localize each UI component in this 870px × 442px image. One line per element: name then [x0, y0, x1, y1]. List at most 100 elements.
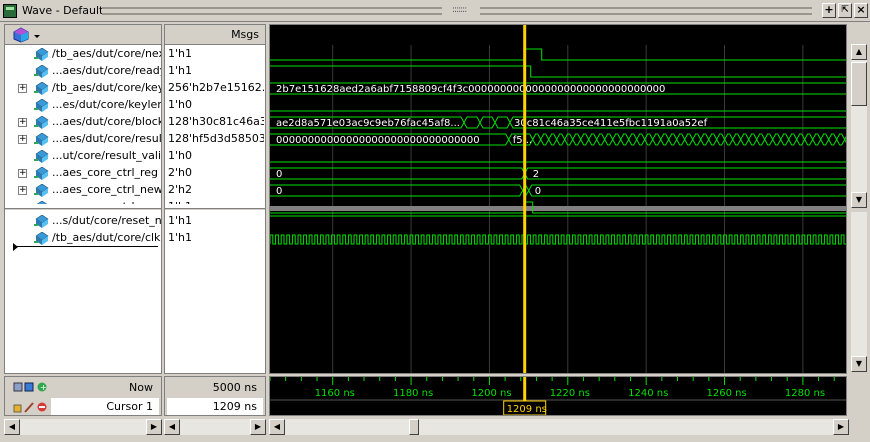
titlebar-drag-handle[interactable]: :::::::: [452, 5, 467, 15]
signal-row[interactable]: ...s/dut/core/reset_n: [5, 213, 161, 230]
signal-row[interactable]: + /tb_aes/dut/core/key: [5, 80, 161, 97]
close-window-button[interactable]: ×: [854, 3, 868, 18]
signal-row[interactable]: + ...aes_core_ctrl_new: [5, 182, 161, 199]
signal-name: ...aes_core_ctrl_we: [52, 200, 156, 204]
time-tick-label-5: 1260 ns: [707, 388, 747, 399]
wave-scroll-thumb[interactable]: [409, 419, 419, 435]
titlebar-grip-left[interactable]: [102, 7, 442, 15]
value-pane-divider[interactable]: [165, 208, 265, 211]
cursor-value-field[interactable]: 1209 ns: [167, 398, 263, 415]
wave-result-toggle-20: [692, 133, 702, 146]
value-hscrollbar[interactable]: ◀ ▶: [164, 419, 266, 435]
add-pane-button[interactable]: +: [822, 3, 836, 18]
signal-name: ...aes/dut/core/result: [52, 132, 161, 145]
expand-toggle[interactable]: +: [18, 135, 27, 144]
signal-row[interactable]: + ...aes/dut/core/result: [5, 131, 161, 148]
signal-value: 2'h2: [168, 183, 192, 196]
signal-row[interactable]: + ...aes/dut/core/block: [5, 114, 161, 131]
wave-result-toggle-15: [652, 133, 662, 146]
timeline-pane[interactable]: 1160 ns 1180 ns 1200 ns 1220 ns 1240 ns 1260 …: [269, 376, 847, 416]
name-hscrollbar[interactable]: ◀ ▶: [4, 419, 162, 435]
wave-result-toggle-27: [748, 133, 758, 146]
wave-block-label-1: ae2d8a571e03ac9c9eb76fac45af8...: [276, 118, 460, 129]
signal-value: 256'h2b7e15162...: [168, 81, 264, 94]
signal-row[interactable]: ...aes/dut/core/ready: [5, 63, 161, 80]
bottom-pane-vscrollbar[interactable]: ▼: [851, 212, 867, 372]
signal-list-top: /tb_aes/dut/core/next ...aes/dut/core/rea…: [5, 46, 161, 204]
signal-row[interactable]: + ...aes_core_ctrl_reg: [5, 165, 161, 182]
window-titlebar: Wave - Default ::::::: + ⇱ ×: [0, 0, 870, 22]
wave-result-toggle-3: [556, 133, 566, 146]
wave-hscrollbar[interactable]: ◀ ▶: [269, 419, 849, 435]
wave-block-label-2: 30c81c46a35ce411e5fbc1191a0a52ef: [514, 118, 708, 129]
signal-value: 1'h1: [168, 214, 192, 227]
wave-block-seg3: [479, 116, 496, 129]
scrollbar-corner: [851, 24, 867, 44]
expand-toggle[interactable]: +: [18, 84, 27, 93]
cursor-name-field[interactable]: Cursor 1: [51, 398, 159, 415]
wave-scroll-left-button[interactable]: ◀: [269, 419, 285, 435]
signal-row[interactable]: ...aes_core_ctrl_we: [5, 199, 161, 204]
wave-scroll-right-button[interactable]: ▶: [833, 419, 849, 435]
time-tick-label-1: 1180 ns: [393, 388, 433, 399]
wave-result-label-1: 00000000000000000000000000000000: [276, 135, 480, 146]
wave-ctrl-new-label-2: 0: [535, 186, 541, 197]
wave-result-toggle-18: [676, 133, 686, 146]
wave-result-toggle-12: [628, 133, 638, 146]
timeline-ruler[interactable]: 1160 ns 1180 ns 1200 ns 1220 ns 1240 ns 1260 …: [270, 377, 846, 415]
scroll-left-button[interactable]: ◀: [4, 419, 20, 435]
signal-list-bottom: ...s/dut/core/reset_n/tb_aes/dut/core/cl…: [5, 213, 161, 253]
signal-value: 1'h0: [168, 149, 192, 162]
signal-value-pane: Msgs 1'h1 1'h1 256'h2b7e15162... 1'h0 128'h3…: [164, 24, 266, 374]
wave-result-toggle-11: [620, 133, 630, 146]
signal-row[interactable]: ...ut/core/result_valid: [5, 148, 161, 165]
wave-result-toggle-28: [756, 133, 766, 146]
wave-result-toggle-2: [548, 133, 558, 146]
signal-row[interactable]: /tb_aes/dut/core/next: [5, 46, 161, 63]
value-scroll-left-button[interactable]: ◀: [164, 419, 180, 435]
signal-value: 1'h1: [168, 47, 192, 60]
wave-result-toggle-26: [740, 133, 750, 146]
value-scroll-right-button[interactable]: ▶: [250, 419, 266, 435]
signal-value: 2'h0: [168, 166, 192, 179]
waveform-canvas[interactable]: 2b7e151628aed2a6abf7158809cf4f3c00000000…: [270, 25, 846, 373]
wave-next: [270, 48, 846, 61]
wave-result-toggle-39: [844, 136, 846, 143]
signal-name: ...aes/dut/core/block: [52, 115, 161, 128]
cursor-icons[interactable]: [13, 401, 53, 413]
expand-toggle[interactable]: +: [18, 169, 27, 178]
cursor-value: 1209 ns: [212, 400, 257, 413]
scroll-up-button[interactable]: ▲: [851, 44, 867, 60]
wave-result-label-2: f5...: [513, 135, 532, 146]
expand-toggle[interactable]: +: [18, 118, 27, 127]
window-title: Wave - Default: [22, 4, 104, 17]
titlebar-grip-right[interactable]: [480, 7, 812, 15]
top-pane-vscrollbar[interactable]: ▲ ▼: [851, 44, 867, 208]
pane-divider[interactable]: [5, 208, 161, 211]
wave-result-toggle-21: [700, 133, 710, 146]
signal-value: 1'h1: [168, 200, 264, 204]
signal-row[interactable]: ...es/dut/core/keylen: [5, 97, 161, 114]
expand-toggle[interactable]: +: [18, 186, 27, 195]
insert-marker-line: [13, 246, 158, 247]
scroll-right-button[interactable]: ▶: [146, 419, 162, 435]
wave-result-toggle-31: [780, 133, 790, 146]
wave-result-toggle-1: [540, 133, 550, 146]
value-list-bottom: 1'h1 1'h1: [165, 213, 265, 253]
now-icons[interactable]: +: [13, 381, 49, 393]
wave-ctrl-reg-label-2: 2: [533, 169, 539, 180]
scroll-down-button[interactable]: ▼: [851, 192, 867, 208]
insert-marker-arrow: [13, 243, 18, 251]
signal-name: ...es/dut/core/keylen: [52, 98, 161, 111]
scroll-thumb[interactable]: [851, 62, 867, 106]
waveform-pane[interactable]: 2b7e151628aed2a6abf7158809cf4f3c00000000…: [269, 24, 847, 374]
undock-button[interactable]: ⇱: [838, 3, 852, 18]
signal-row[interactable]: /tb_aes/dut/core/clk: [5, 230, 161, 247]
wave-window-icon: [3, 4, 17, 18]
time-tick-label-4: 1240 ns: [628, 388, 668, 399]
scroll-down-button-2[interactable]: ▼: [851, 356, 867, 372]
wave-result-toggle-30: [772, 133, 782, 146]
wave-ctrl-new-label-1: 0: [276, 186, 282, 197]
wave-key-label: 2b7e151628aed2a6abf7158809cf4f3c00000000…: [276, 84, 665, 95]
wave-tool-icon[interactable]: [13, 27, 41, 43]
